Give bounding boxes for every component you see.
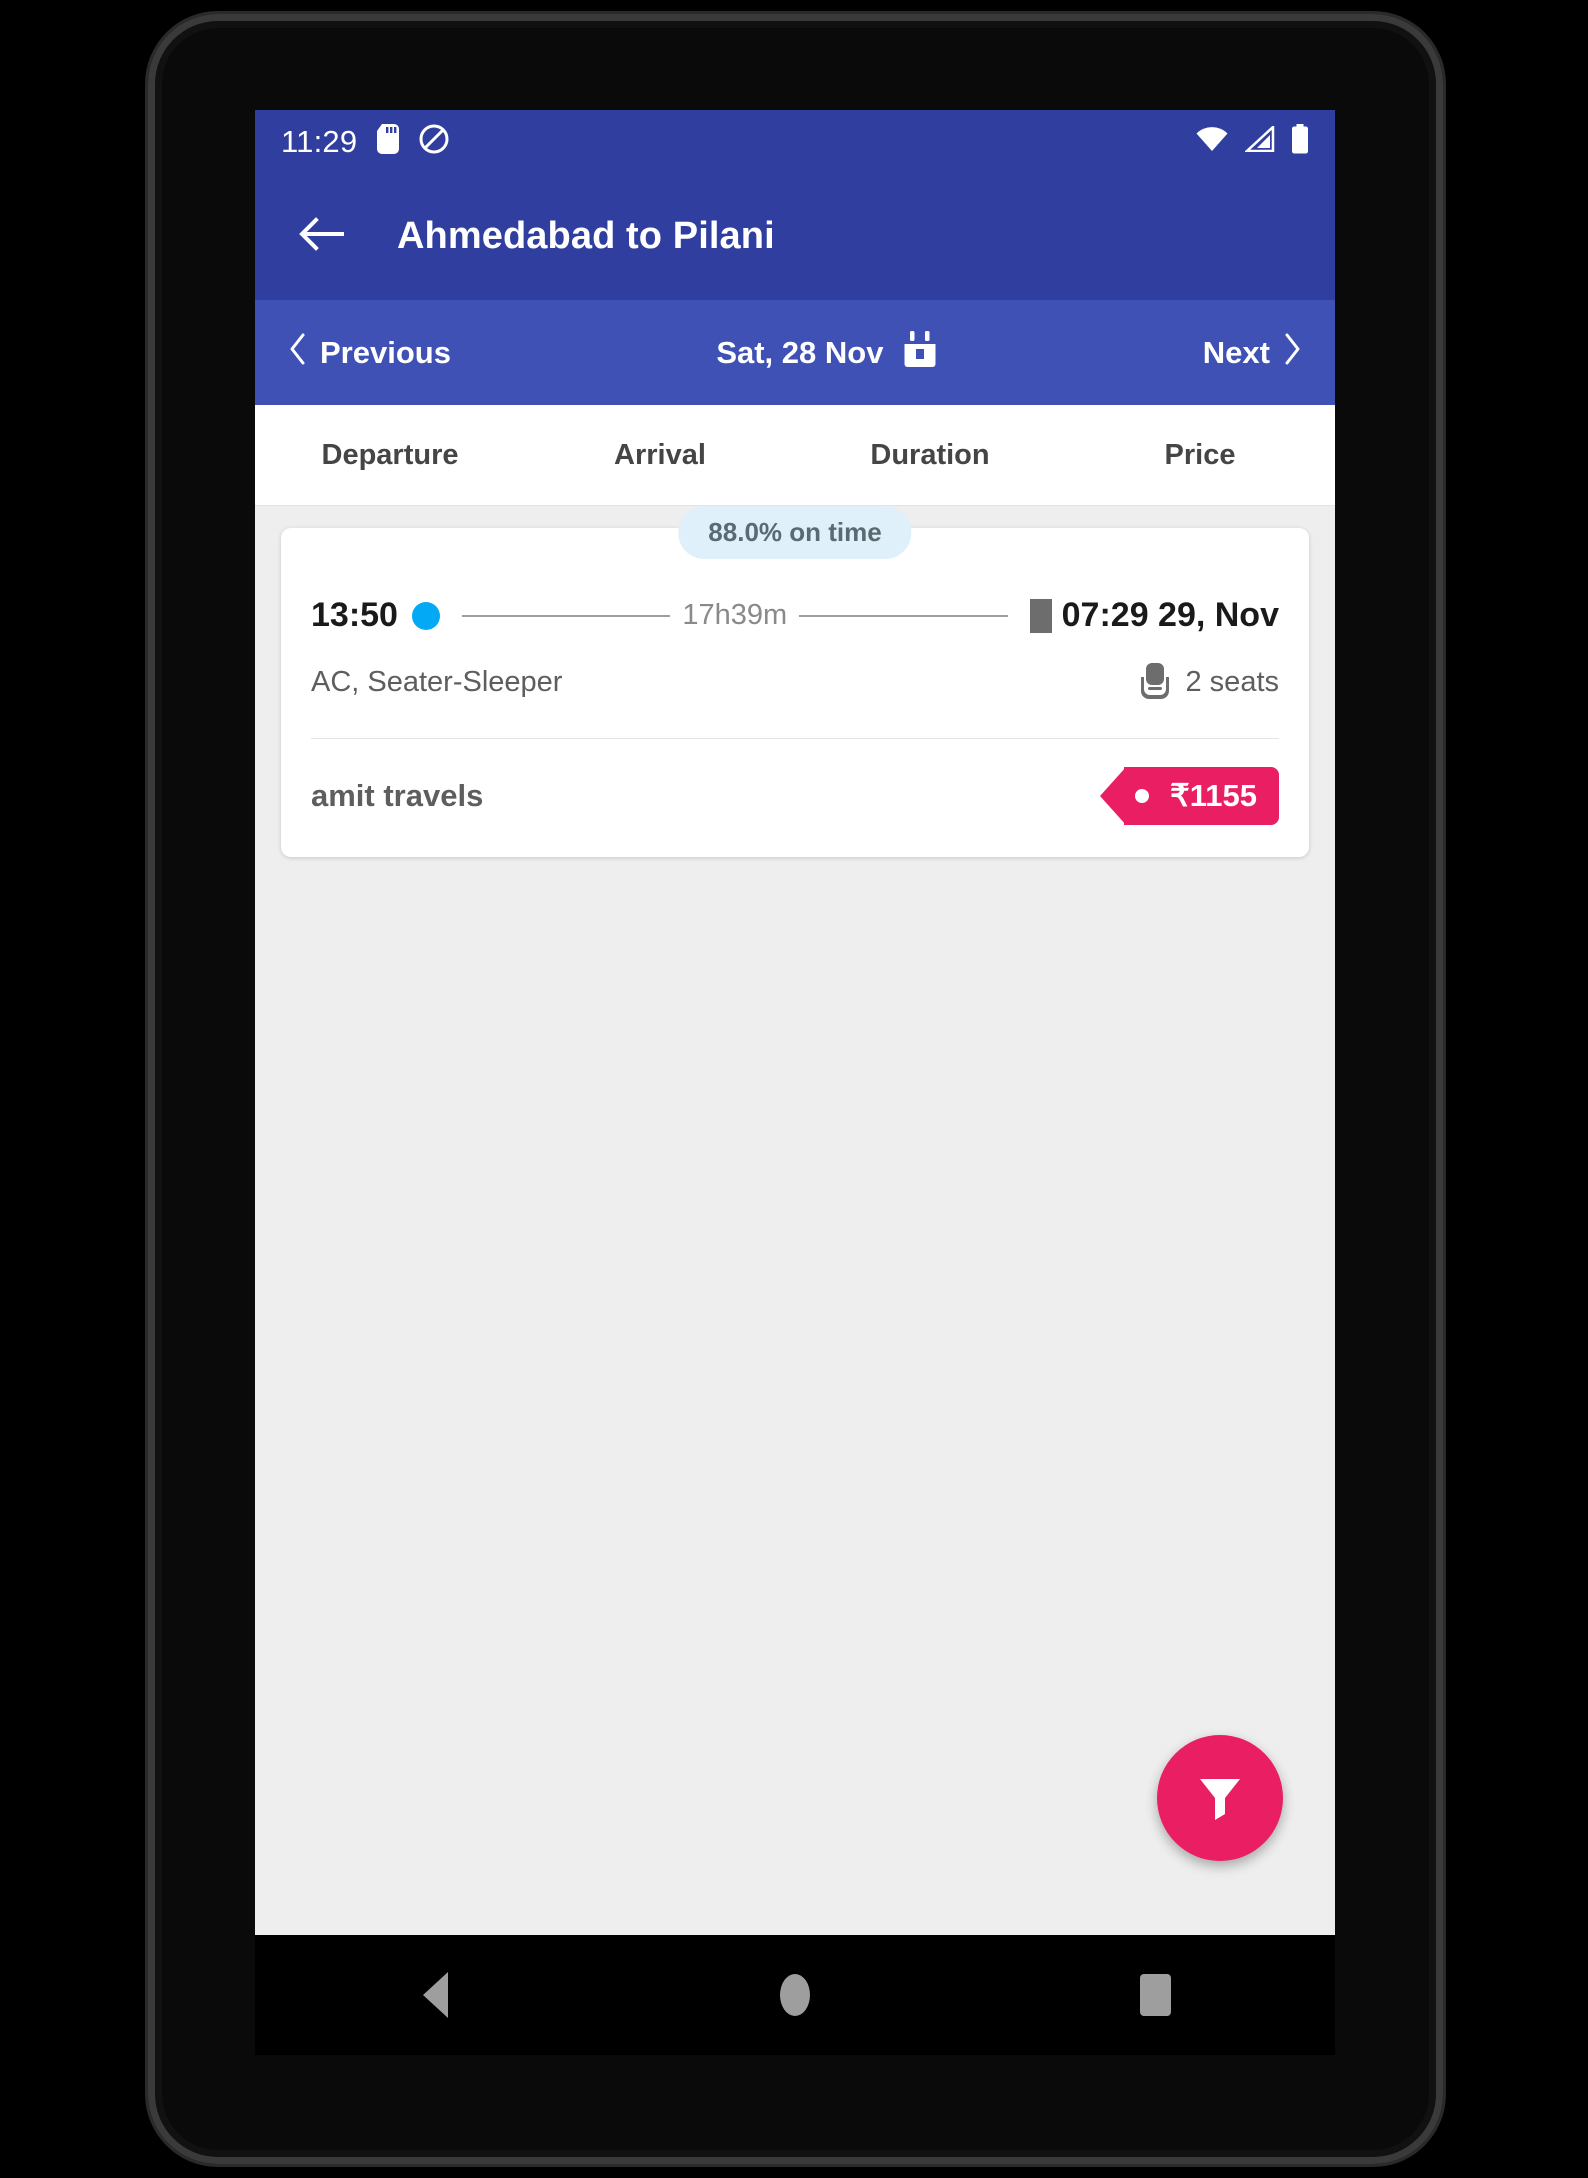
card-operator-row: amit travels ₹1155 [311,739,1279,857]
operator-name: amit travels [311,778,484,813]
duration-text: 17h39m [682,599,788,631]
phone-screen: 11:29 Ahmedabad to Pilani Previous Sat, … [255,110,1335,1935]
duration-line-left [461,614,671,617]
cell-signal-icon [1243,123,1275,157]
do-not-disturb-icon [419,124,449,159]
filter-fab-button[interactable] [1157,1735,1283,1861]
bus-seat-icon [1138,661,1172,704]
chevron-left-icon [289,333,307,373]
next-day-label: Next [1202,334,1270,370]
sd-card-icon [377,123,400,159]
duration-group: 17h39m [461,599,1008,632]
status-bar: 11:29 [255,110,1335,172]
duration-line-right [799,614,1008,617]
sort-tab-bar: Departure Arrival Duration Price [255,405,1335,506]
departure-time: 13:50 [311,596,398,634]
app-bar: Ahmedabad to Pilani [255,172,1335,300]
recents-square-icon [1139,1974,1171,2016]
home-circle-icon [780,1974,810,2016]
nav-back-button[interactable] [255,1972,615,2018]
seats-available-label: 2 seats [1185,666,1280,698]
battery-icon [1291,123,1309,159]
back-triangle-icon [422,1972,448,2018]
on-time-badge: 88.0% on time [678,506,912,559]
bus-result-card[interactable]: 88.0% on time 13:50 17h39m 07:29 29, Nov… [281,506,1309,857]
nav-home-button[interactable] [615,1974,975,2016]
chevron-right-icon [1283,333,1301,373]
status-bar-right [1195,123,1309,159]
back-arrow-icon [298,214,344,259]
arrival-group: 07:29 29, Nov [1029,596,1279,635]
previous-day-button[interactable]: Previous [289,333,451,373]
tab-price[interactable]: Price [1065,439,1335,472]
filter-funnel-icon [1192,1768,1248,1829]
results-list: 88.0% on time 13:50 17h39m 07:29 29, Nov… [255,506,1335,1935]
date-picker-button[interactable]: Sat, 28 Nov [451,331,1203,374]
price-tag-hole-icon [1135,789,1150,803]
tab-departure[interactable]: Departure [255,439,525,472]
status-bar-left: 11:29 [281,123,449,159]
previous-day-label: Previous [320,334,451,370]
card-type-row: AC, Seater-Sleeper 2 seats [311,635,1279,738]
tab-duration[interactable]: Duration [795,439,1065,472]
android-navigation-bar [255,1935,1335,2055]
price-label: ₹1155 [1170,778,1257,813]
next-day-button[interactable]: Next [1203,333,1301,373]
wifi-icon [1195,126,1229,157]
departure-dot-icon [411,601,440,630]
arrival-square-icon [1029,598,1052,633]
selected-date-label: Sat, 28 Nov [716,334,884,370]
page-title: Ahmedabad to Pilani [397,214,775,257]
status-clock: 11:29 [281,123,358,159]
arrival-time: 07:29 29, Nov [1061,596,1279,634]
nav-recents-button[interactable] [975,1974,1335,2016]
date-navigation-bar: Previous Sat, 28 Nov Next [255,300,1335,405]
bus-type-label: AC, Seater-Sleeper [311,666,563,698]
seats-group: 2 seats [1138,661,1280,704]
price-tag[interactable]: ₹1155 [1124,767,1279,825]
calendar-icon [903,331,937,374]
back-button[interactable] [291,206,351,266]
tab-arrival[interactable]: Arrival [525,439,795,472]
